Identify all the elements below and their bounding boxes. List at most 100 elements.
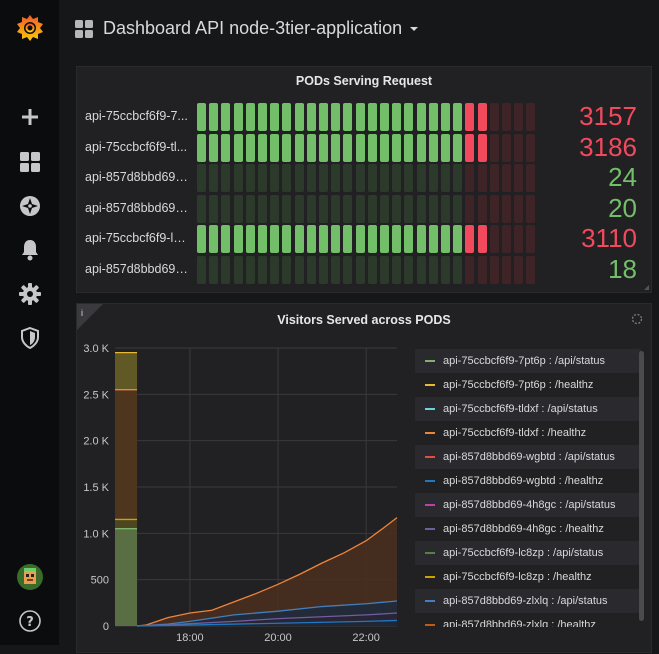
bar-gauge-cell <box>245 164 255 192</box>
dashboard-grid-icon <box>75 20 93 38</box>
bar-gauge-cell <box>306 133 316 162</box>
bar-gauge-cell <box>465 255 475 284</box>
bar-gauge-cell <box>514 103 524 131</box>
bar-gauge-cell <box>404 225 414 253</box>
legend-item[interactable]: api-857d8bbd69-wgbtd : /api/status <box>415 445 641 469</box>
bar-gauge-cell <box>270 133 280 162</box>
panel-title[interactable]: PODs Serving Request <box>77 74 651 88</box>
legend-swatch <box>425 407 435 411</box>
legend-item[interactable]: api-75ccbcf6f9-7pt6p : /healthz <box>415 373 641 397</box>
bar-gauge-cell <box>197 225 206 253</box>
legend-label: api-75ccbcf6f9-lc8zp : /api/status <box>443 547 604 559</box>
bar-gauge-cell <box>465 103 475 131</box>
apps-icon[interactable] <box>0 142 59 182</box>
time-series-chart[interactable]: 0 500 1.0 K 1.5 K 2.0 K 2.5 K 3.0 K 18:00 20:00 2… <box>77 334 415 654</box>
visitors-served-panel: i Visitors Served across PODS 0 500 1.0 K1… <box>76 303 652 653</box>
bar-gauge-cell <box>343 255 353 284</box>
bar-gauge-cell <box>514 164 524 192</box>
bar-gauge-cell <box>367 133 377 162</box>
help-icon[interactable]: ? <box>0 601 59 641</box>
bar-gauge-cell <box>258 164 267 192</box>
bar-gauge-cell <box>282 255 292 284</box>
legend-item[interactable]: api-857d8bbd69-4h8gc : /healthz <box>415 517 641 541</box>
bar-gauge-cell <box>441 255 450 284</box>
dashboard-title-picker[interactable]: Dashboard API node-3tier-application <box>103 18 419 39</box>
legend-label: api-75ccbcf6f9-tldxf : /api/status <box>443 403 598 415</box>
bar-gauge-cell <box>489 255 499 284</box>
bar-gauge-cell <box>355 103 365 131</box>
bar-gauge-cell <box>526 255 536 284</box>
bell-icon[interactable] <box>0 230 59 270</box>
bar-gauge-cell <box>477 164 487 192</box>
bar-gauge-cell <box>428 133 438 162</box>
bar-gauge-cell <box>367 194 377 223</box>
bar-gauge-cell <box>233 164 243 192</box>
bar-gauge-cell <box>319 103 328 131</box>
legend-label: api-857d8bbd69-wgbtd : /api/status <box>443 451 615 463</box>
bar-gauge-cell <box>343 164 353 192</box>
bar-gauge-cell <box>270 255 280 284</box>
bar-gauge-cell <box>380 103 389 131</box>
legend-item[interactable]: api-75ccbcf6f9-7pt6p : /api/status <box>415 349 641 373</box>
bar-gauge-cell <box>306 103 316 131</box>
bar-gauge-cell <box>489 225 499 253</box>
bar-gauge-cell <box>453 133 463 162</box>
avatar-icon[interactable] <box>0 557 59 597</box>
bar-gauge-cell <box>428 194 438 223</box>
bar-gauge-cell <box>258 133 267 162</box>
legend-item[interactable]: api-857d8bbd69-zlxlq : /api/status <box>415 589 641 613</box>
bar-gauge-cell <box>441 225 450 253</box>
scrollbar-thumb[interactable] <box>639 351 644 621</box>
bar-gauge-cell <box>343 103 353 131</box>
bar-gauge-label: api-857d8bbd69-... <box>85 200 189 215</box>
bar-gauge-cell <box>221 133 231 162</box>
bar-gauge-cell <box>233 225 243 253</box>
bar-gauge-cell <box>282 194 292 223</box>
bar-gauge-cell <box>416 194 426 223</box>
shield-icon[interactable] <box>0 318 59 358</box>
plus-icon[interactable] <box>0 97 59 137</box>
legend-swatch <box>425 503 435 507</box>
bar-gauge-cell <box>209 103 219 131</box>
bar-gauge-cell <box>306 164 316 192</box>
y-tick-label: 1.5 K <box>83 482 109 494</box>
bar-gauge-cell <box>526 133 536 162</box>
bar-gauge-cell <box>502 103 511 131</box>
legend-item[interactable]: api-857d8bbd69-wgbtd : /healthz <box>415 469 641 493</box>
bar-gauge-value: 18 <box>608 253 637 284</box>
bar-gauge-cell <box>514 255 524 284</box>
bar-gauge-cell <box>197 255 206 284</box>
legend-item[interactable]: api-75ccbcf6f9-lc8zp : /api/status <box>415 541 641 565</box>
bar-gauge-cell <box>404 133 414 162</box>
bar-gauge-cell <box>453 103 463 131</box>
bar-gauge-cell <box>221 255 231 284</box>
legend-swatch <box>425 383 435 387</box>
bar-gauge-cell <box>197 103 206 131</box>
bar-gauge-cell <box>331 164 341 192</box>
bar-gauge-cell <box>453 225 463 253</box>
graph-legend: api-75ccbcf6f9-7pt6p : /api/status api-75… <box>415 349 647 627</box>
resize-handle[interactable] <box>644 285 649 290</box>
legend-scrollbar[interactable] <box>639 349 644 627</box>
legend-item[interactable]: api-857d8bbd69-zlxlq : /healthz <box>415 613 641 627</box>
legend-item[interactable]: api-75ccbcf6f9-tldxf : /api/status <box>415 397 641 421</box>
bar-gauge-value: 3110 <box>581 223 637 253</box>
legend-item[interactable]: api-75ccbcf6f9-tldxf : /healthz <box>415 421 641 445</box>
bar-gauge-cell <box>502 194 511 223</box>
bar-gauge-cell <box>245 194 255 223</box>
legend-item[interactable]: api-857d8bbd69-4h8gc : /api/status <box>415 493 641 517</box>
bar-gauge-cell <box>428 164 438 192</box>
bar-gauge-cell <box>258 255 267 284</box>
grafana-logo-icon[interactable] <box>0 8 59 48</box>
bar-gauge-cell <box>209 194 219 223</box>
bar-gauge-row: api-75ccbcf6f9-tl... 3186 <box>77 132 651 162</box>
bar-gauge-cell <box>258 103 267 131</box>
bar-gauge-cell <box>392 103 402 131</box>
legend-item[interactable]: api-75ccbcf6f9-lc8zp : /healthz <box>415 565 641 589</box>
compass-icon[interactable] <box>0 186 59 226</box>
bar-gauge-cell <box>367 164 377 192</box>
bar-gauge-cell <box>404 164 414 192</box>
gear-icon[interactable] <box>0 274 59 314</box>
panel-title[interactable]: Visitors Served across PODS <box>77 313 651 327</box>
svg-text:?: ? <box>26 615 34 630</box>
